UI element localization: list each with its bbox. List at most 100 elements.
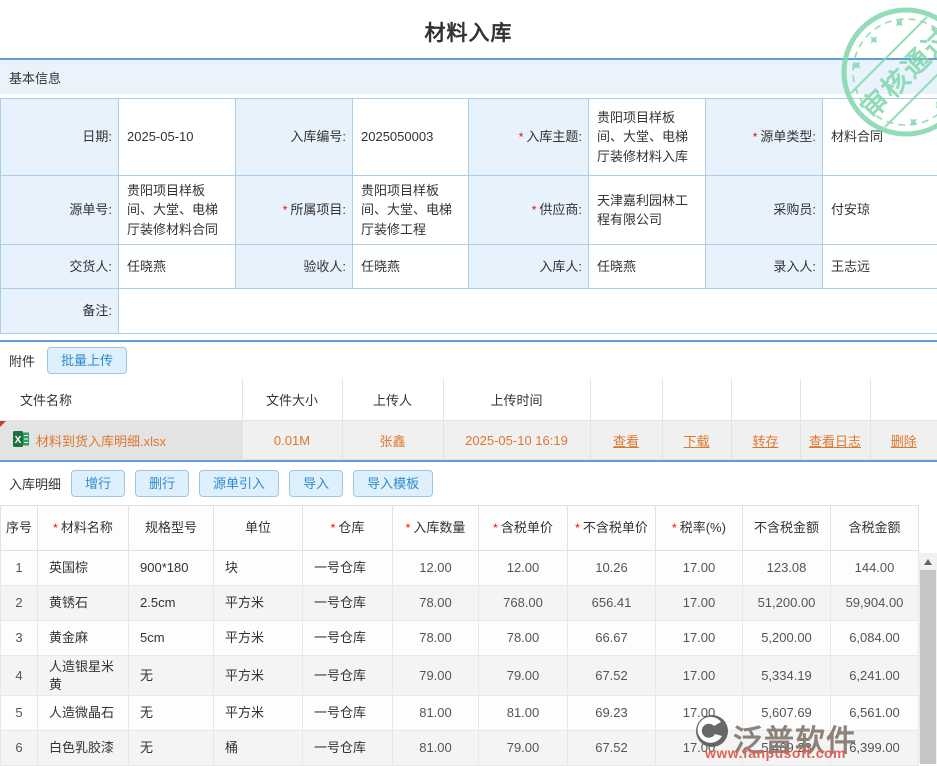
tax-excl-amount-cell: 5,334.19: [743, 656, 831, 696]
attachment-action-header: [800, 379, 870, 421]
view-file-link[interactable]: 查看: [613, 434, 639, 449]
tax-excl-price-cell: 656.41: [568, 586, 656, 621]
details-table: 序号*材料名称规格型号单位*仓库*入库数量*含税单价*不含税单价*税率(%)不含…: [0, 505, 919, 766]
import-button[interactable]: 导入: [289, 470, 343, 497]
required-asterisk: *: [753, 128, 758, 146]
detail-column-header: 单位: [214, 506, 303, 551]
view-log-link[interactable]: 查看日志: [809, 434, 861, 449]
inbound-qty-cell: 79.00: [393, 656, 479, 696]
unit-cell: 块: [214, 551, 303, 586]
row-number-cell: 2: [1, 586, 38, 621]
tax-excl-amount-cell: 5,607.69: [743, 696, 831, 731]
add-row-button[interactable]: 增行: [71, 470, 125, 497]
detail-column-label: 税率(%): [680, 520, 726, 535]
inbound-qty-cell: 78.00: [393, 621, 479, 656]
material-name-cell: 白色乳胶漆: [38, 731, 129, 766]
form-field-value: 天津嘉利园林工程有限公司: [589, 176, 706, 245]
tax-incl-amount-cell: 6,084.00: [831, 621, 919, 656]
warehouse-cell: 一号仓库: [303, 586, 393, 621]
form-field-label-text: 交货人:: [69, 257, 112, 277]
tax-incl-price-cell: 81.00: [479, 696, 568, 731]
required-asterisk: *: [331, 521, 336, 535]
excel-file-icon: X: [13, 431, 29, 450]
detail-column-header: 含税金额: [831, 506, 919, 551]
detail-column-label: 规格型号: [145, 520, 197, 535]
detail-row[interactable]: 5人造微晶石无平方米一号仓库81.0081.0069.2317.005,607.…: [1, 696, 919, 731]
detail-column-header: 序号: [1, 506, 38, 551]
scroll-up-button[interactable]: [919, 553, 937, 570]
form-field-label: 采购员:: [706, 176, 823, 245]
tax-incl-amount-cell: 59,904.00: [831, 586, 919, 621]
detail-row[interactable]: 3黄金麻5cm平方米一号仓库78.0078.0066.6717.005,200.…: [1, 621, 919, 656]
attachment-row[interactable]: X材料到货入库明细.xlsx0.01M张鑫2025-05-10 16:19查看下…: [0, 421, 937, 460]
tax-incl-price-cell: 79.00: [479, 656, 568, 696]
warehouse-cell: 一号仓库: [303, 551, 393, 586]
tax-incl-amount-cell: 144.00: [831, 551, 919, 586]
unit-cell: 平方米: [214, 696, 303, 731]
detail-column-header: *不含税单价: [568, 506, 656, 551]
unit-cell: 平方米: [214, 586, 303, 621]
source-import-button[interactable]: 源单引入: [199, 470, 279, 497]
tax-excl-price-cell: 67.52: [568, 656, 656, 696]
required-asterisk: *: [519, 128, 524, 146]
batch-upload-button[interactable]: 批量上传: [47, 347, 127, 374]
file-upload-time-cell: 2025-05-10 16:19: [443, 421, 590, 460]
detail-row[interactable]: 6白色乳胶漆无桶一号仓库81.0079.0067.5217.005,469.23…: [1, 731, 919, 766]
material-name-cell: 人造微晶石: [38, 696, 129, 731]
detail-row[interactable]: 1英国棕900*180块一号仓库12.0012.0010.2617.00123.…: [1, 551, 919, 586]
inbound-qty-cell: 81.00: [393, 696, 479, 731]
material-name-cell: 英国棕: [38, 551, 129, 586]
tax-excl-price-cell: 67.52: [568, 731, 656, 766]
delete-row-button[interactable]: 删行: [135, 470, 189, 497]
tax-excl-amount-cell: 5,200.00: [743, 621, 831, 656]
vertical-scrollbar[interactable]: [919, 553, 937, 764]
detail-column-label: 仓库: [338, 520, 364, 535]
form-field-label: *入库主题:: [469, 99, 589, 176]
delete-file-link[interactable]: 删除: [891, 434, 917, 449]
form-field-label-text: 所属项目:: [290, 200, 346, 220]
form-field-label-text: 供应商:: [539, 200, 582, 220]
detail-column-label: 不含税金额: [754, 520, 819, 535]
required-asterisk: *: [532, 201, 537, 219]
file-action-cell: 转存: [731, 421, 800, 460]
remark-field-value: [119, 289, 937, 334]
detail-column-label: 单位: [245, 520, 271, 535]
tax-incl-amount-cell: 6,399.00: [831, 731, 919, 766]
required-asterisk: *: [406, 521, 411, 535]
tax-incl-price-cell: 12.00: [479, 551, 568, 586]
detail-column-label: 含税单价: [501, 520, 553, 535]
section-details-label: 入库明细: [9, 474, 61, 493]
file-action-cell: 查看: [590, 421, 662, 460]
file-name-link[interactable]: 材料到货入库明细.xlsx: [36, 431, 166, 450]
form-field-label-text: 入库人:: [539, 257, 582, 277]
tax-excl-amount-cell: 5,469.23: [743, 731, 831, 766]
tax-rate-cell: 17.00: [656, 551, 743, 586]
tax-excl-amount-cell: 123.08: [743, 551, 831, 586]
detail-row[interactable]: 2黄锈石2.5cm平方米一号仓库78.00768.00656.4117.0051…: [1, 586, 919, 621]
save-as-file-link[interactable]: 转存: [752, 434, 778, 449]
row-number-cell: 3: [1, 621, 38, 656]
detail-row[interactable]: 4人造银星米黄无平方米一号仓库79.0079.0067.5217.005,334…: [1, 656, 919, 696]
basic-info-form: 日期:2025-05-10入库编号:2025050003*入库主题:贵阳项目样板…: [0, 98, 937, 334]
required-asterisk: *: [672, 521, 677, 535]
form-field-label-text: 采购员:: [773, 200, 816, 220]
form-field-label: 日期:: [1, 99, 119, 176]
form-field-value: 任晓燕: [353, 245, 469, 289]
form-field-label: 交货人:: [1, 245, 119, 289]
spec-model-cell: 无: [129, 696, 214, 731]
detail-column-header: *含税单价: [479, 506, 568, 551]
detail-column-label: 含税金额: [848, 520, 900, 535]
import-template-button[interactable]: 导入模板: [353, 470, 433, 497]
form-field-label-text: 源单类型:: [760, 127, 816, 147]
detail-column-header: 规格型号: [129, 506, 214, 551]
attachments-table: 文件名称文件大小上传人上传时间 X材料到货入库明细.xlsx0.01M张鑫202…: [0, 379, 937, 460]
download-file-link[interactable]: 下载: [683, 434, 709, 449]
row-number-cell: 1: [1, 551, 38, 586]
file-action-cell: 下载: [662, 421, 731, 460]
required-asterisk: *: [53, 521, 58, 535]
unit-cell: 桶: [214, 731, 303, 766]
attachment-action-header: [590, 379, 662, 421]
file-name-cell: X 材料到货入库明细.xlsx: [0, 421, 242, 460]
scrollbar-thumb[interactable]: [920, 570, 936, 764]
form-field-value: 材料合同: [823, 99, 937, 176]
